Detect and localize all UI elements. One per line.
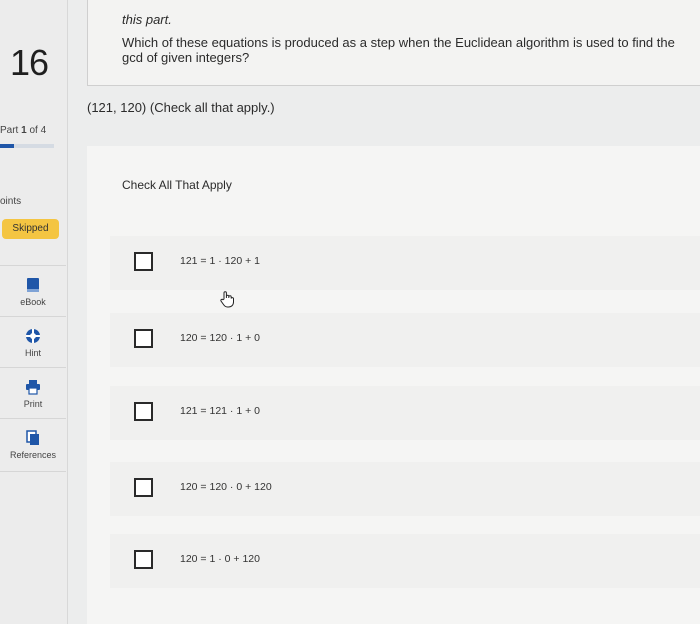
choice-label: 120 = 120 · 0 + 120 bbox=[180, 481, 272, 493]
part-of: of 4 bbox=[29, 125, 47, 136]
choice-label: 120 = 120 · 1 + 0 bbox=[180, 332, 260, 344]
print-button[interactable]: Print bbox=[0, 367, 66, 418]
question-sidebar: 16 Part 1 of 4 oints Skipped eBook Hint … bbox=[0, 0, 68, 624]
references-button[interactable]: References bbox=[0, 418, 66, 472]
ebook-button[interactable]: eBook bbox=[0, 265, 66, 316]
question-number: 16 bbox=[10, 42, 49, 83]
print-icon bbox=[26, 380, 40, 395]
choice-row[interactable]: 121 = 1 · 120 + 1 bbox=[110, 236, 700, 290]
sub-prompt: (121, 120) (Check all that apply.) bbox=[87, 100, 275, 115]
choice-row[interactable]: 120 = 120 · 1 + 0 bbox=[110, 313, 700, 367]
part-progress-fill bbox=[0, 144, 14, 148]
choice-row[interactable]: 120 = 120 · 0 + 120 bbox=[110, 462, 700, 516]
question-text: Which of these equations is produced as … bbox=[122, 35, 675, 65]
references-label: References bbox=[9, 450, 57, 460]
choice-row[interactable]: 120 = 1 · 0 + 120 bbox=[110, 534, 700, 588]
part-current: 1 bbox=[21, 125, 27, 136]
choice-checkbox[interactable] bbox=[134, 402, 153, 421]
part-label: Part bbox=[0, 125, 19, 136]
choice-checkbox[interactable] bbox=[134, 252, 153, 271]
status-badge: Skipped bbox=[2, 219, 59, 239]
hint-icon bbox=[26, 329, 40, 343]
part-progress-bar bbox=[0, 144, 54, 148]
check-all-instructions: Check All That Apply bbox=[122, 178, 232, 192]
question-intro: this part. bbox=[122, 12, 172, 27]
choice-label: 121 = 121 · 1 + 0 bbox=[180, 405, 260, 417]
hint-label: Hint bbox=[24, 348, 41, 358]
choice-checkbox[interactable] bbox=[134, 478, 153, 497]
references-icon bbox=[26, 430, 39, 445]
hint-button[interactable]: Hint bbox=[0, 316, 66, 367]
part-indicator: Part 1 of 4 bbox=[0, 125, 46, 136]
choice-row[interactable]: 121 = 121 · 1 + 0 bbox=[110, 386, 700, 440]
ebook-icon bbox=[27, 278, 39, 292]
ebook-label: eBook bbox=[20, 297, 46, 307]
choice-label: 120 = 1 · 0 + 120 bbox=[180, 553, 260, 565]
choice-label: 121 = 1 · 120 + 1 bbox=[180, 255, 260, 267]
print-label: Print bbox=[23, 399, 43, 409]
hand-cursor-icon bbox=[220, 291, 234, 308]
choice-checkbox[interactable] bbox=[134, 550, 153, 569]
choice-checkbox[interactable] bbox=[134, 329, 153, 348]
points-label: oints bbox=[0, 196, 22, 207]
